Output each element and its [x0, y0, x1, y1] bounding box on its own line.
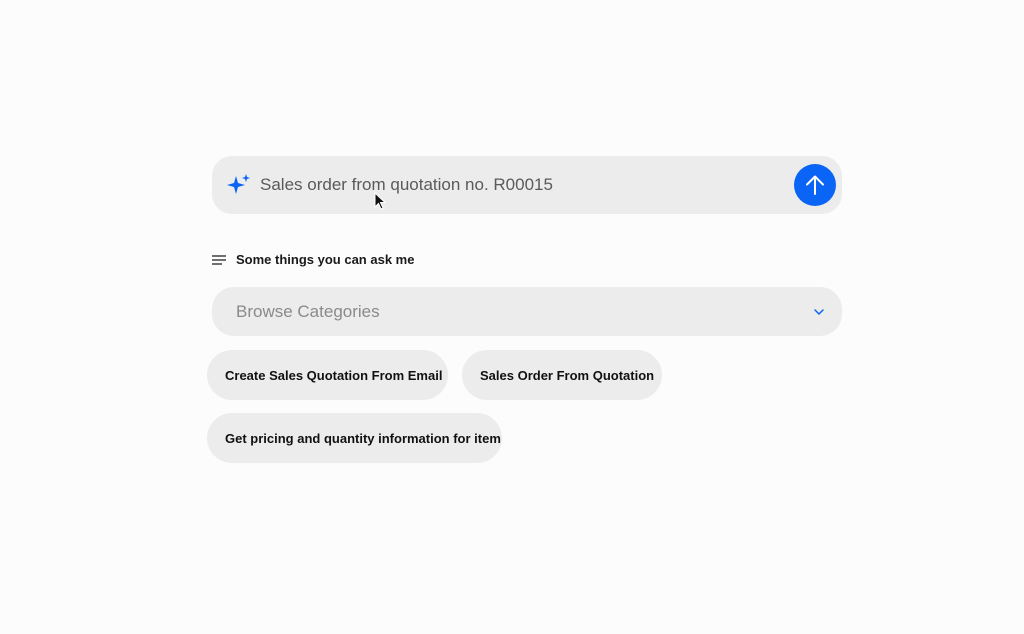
- suggestion-chip-pricing-quantity[interactable]: Get pricing and quantity information for…: [207, 413, 502, 463]
- sparkle-icon: [226, 172, 252, 198]
- browse-categories-dropdown[interactable]: Browse Categories: [212, 287, 842, 336]
- prompt-input[interactable]: [260, 165, 794, 205]
- chevron-down-icon: [814, 308, 824, 315]
- send-button[interactable]: [794, 164, 836, 206]
- suggestion-chip-create-sales-quotation[interactable]: Create Sales Quotation From Email: [207, 350, 448, 400]
- arrow-up-icon: [806, 175, 824, 195]
- mouse-cursor-icon: [374, 192, 387, 210]
- suggestions-header-text: Some things you can ask me: [236, 252, 415, 267]
- prompt-bar[interactable]: [212, 156, 842, 214]
- browse-categories-label: Browse Categories: [236, 301, 380, 321]
- suggestions-header: Some things you can ask me: [211, 252, 414, 267]
- suggestion-chip-sales-order-from-quotation[interactable]: Sales Order From Quotation: [462, 350, 662, 400]
- lines-icon: [212, 254, 226, 265]
- page: Some things you can ask me Browse Catego…: [0, 0, 1024, 634]
